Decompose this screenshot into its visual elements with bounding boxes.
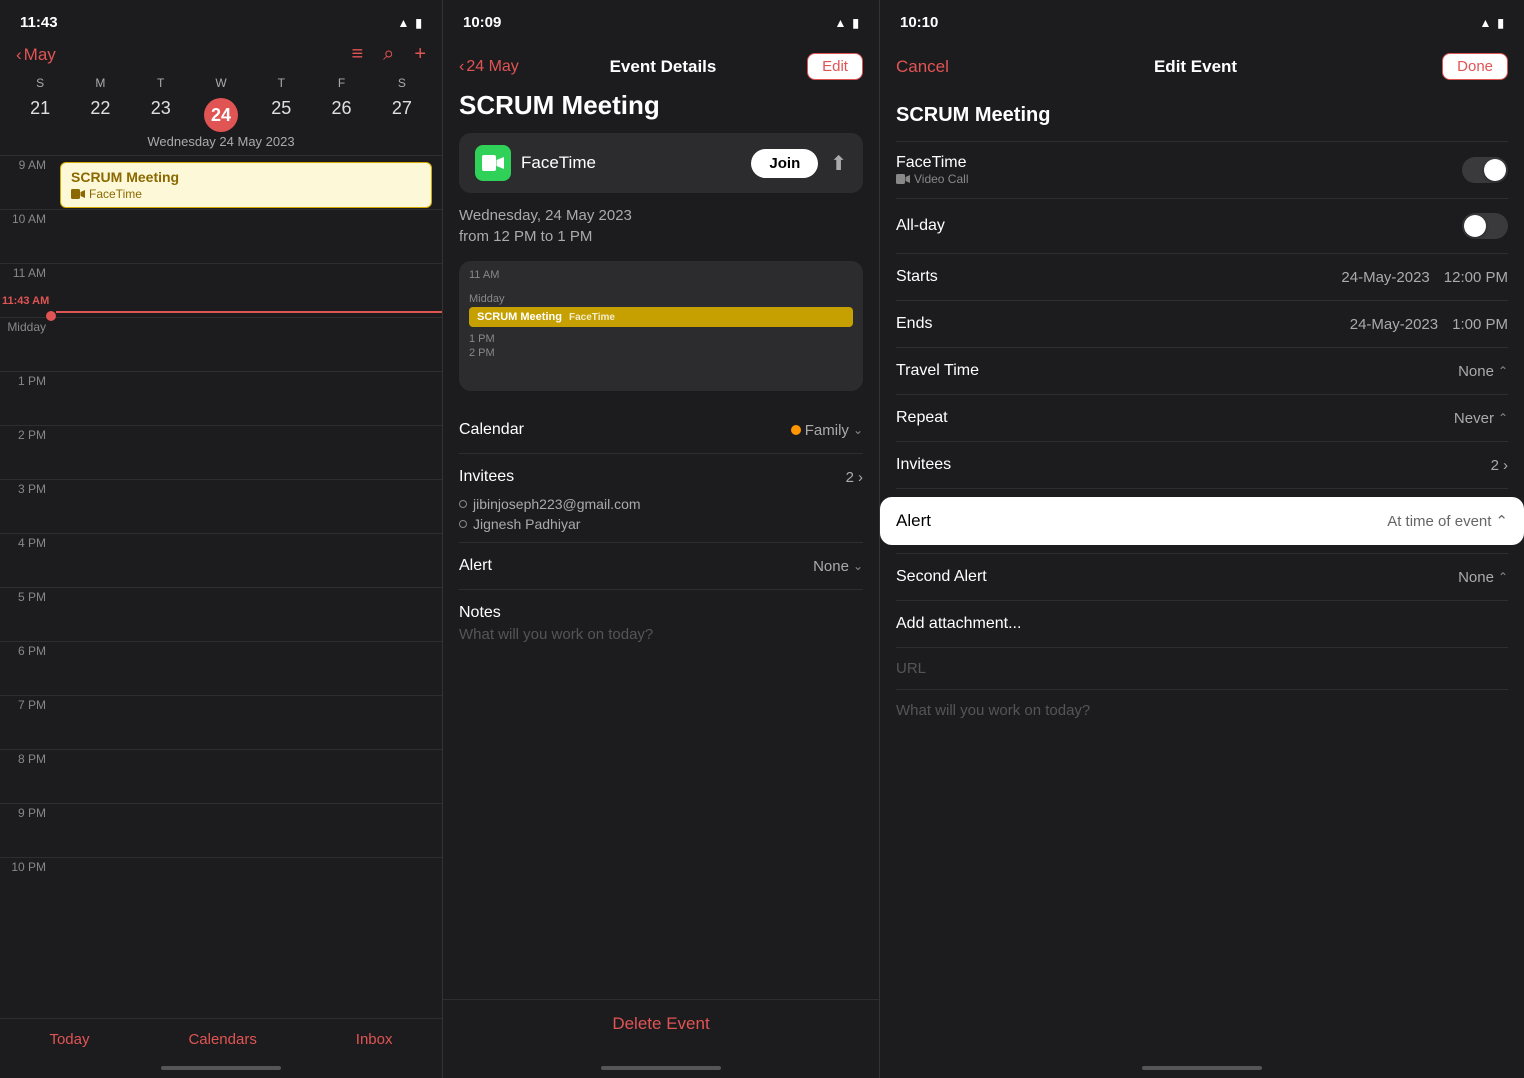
- week-dates: 21 22 23 24 25 26 27: [0, 94, 442, 134]
- invitee-2: Jignesh Padhiyar: [459, 514, 863, 534]
- calendar-color-dot: [791, 425, 801, 435]
- week-label: Wednesday 24 May 2023: [0, 134, 442, 155]
- home-indicator-p2: [601, 1066, 721, 1070]
- time-p2: 10:09: [463, 14, 501, 31]
- alert-info-row[interactable]: Alert None ⌄: [459, 543, 863, 590]
- add-attachment-row[interactable]: Add attachment...: [896, 601, 1508, 648]
- home-indicator-p3: [1142, 1066, 1262, 1070]
- today-date[interactable]: 24: [204, 98, 238, 132]
- notes-placeholder[interactable]: What will you work on today?: [459, 626, 863, 643]
- facetime-toggle[interactable]: [1462, 157, 1508, 183]
- mini-time-2pm: 2 PM: [469, 347, 853, 359]
- facetime-row: FaceTime Join ⬆: [459, 133, 863, 193]
- status-bar-p3: 10:10 ▲ ▮: [880, 0, 1524, 39]
- facetime-label: FaceTime: [521, 153, 596, 173]
- calendar-nav: ‹ May ≡ ⌕ +: [0, 39, 442, 72]
- add-event-icon[interactable]: +: [414, 43, 426, 66]
- delete-event-button[interactable]: Delete Event: [443, 999, 879, 1048]
- invitees-edit-row[interactable]: Invitees 2 ›: [896, 442, 1508, 489]
- event-details-header: ‹ 24 May Event Details Edit: [443, 39, 879, 90]
- edit-event-panel: 10:10 ▲ ▮ Cancel Edit Event Done SCRUM M…: [880, 0, 1524, 1078]
- wifi-icon-p1: ▲: [398, 16, 410, 30]
- time-p1: 11:43: [20, 14, 58, 31]
- invitees-list: jibinjoseph223@gmail.com Jignesh Padhiya…: [459, 490, 863, 543]
- alert-edit-row[interactable]: Alert At time of event ⌃: [880, 497, 1524, 545]
- event-date: Wednesday, 24 May 2023: [459, 207, 863, 224]
- event-details-content: SCRUM Meeting FaceTime Join ⬆ Wednesday,…: [443, 90, 879, 643]
- second-alert-row[interactable]: Second Alert None ⌃: [896, 554, 1508, 601]
- inbox-tab[interactable]: Inbox: [356, 1031, 393, 1048]
- travel-time-row[interactable]: Travel Time None ⌃: [896, 348, 1508, 395]
- scrum-meeting-event[interactable]: SCRUM Meeting FaceTime: [60, 162, 432, 208]
- wifi-icon-p3: ▲: [1480, 16, 1492, 30]
- allday-row: All-day: [896, 199, 1508, 254]
- ends-row[interactable]: Ends 24-May-2023 1:00 PM: [896, 301, 1508, 348]
- time-p3: 10:10: [900, 14, 938, 31]
- list-view-icon[interactable]: ≡: [351, 43, 363, 66]
- search-icon[interactable]: ⌕: [383, 43, 394, 66]
- status-bar-p1: 11:43 ▲ ▮: [0, 0, 442, 39]
- done-button[interactable]: Done: [1442, 53, 1508, 80]
- notes-label: Notes: [459, 604, 863, 622]
- notes-field[interactable]: What will you work on today?: [896, 690, 1508, 731]
- join-button[interactable]: Join: [751, 149, 818, 178]
- allday-toggle[interactable]: [1462, 213, 1508, 239]
- timeline[interactable]: 9 AM 10 AM 11 AM 11:43 AM Midday SCRUM M…: [0, 155, 442, 1003]
- event-title-p2: SCRUM Meeting: [459, 90, 863, 121]
- mini-time-1pm: 1 PM: [469, 333, 853, 345]
- wifi-icon-p2: ▲: [835, 16, 847, 30]
- share-icon[interactable]: ⬆: [830, 151, 847, 176]
- event-details-title: Event Details: [610, 57, 717, 77]
- url-field[interactable]: URL: [896, 648, 1508, 690]
- calendars-tab[interactable]: Calendars: [188, 1031, 256, 1048]
- mini-event-bar[interactable]: SCRUM Meeting FaceTime: [469, 307, 853, 327]
- mini-calendar-view: 11 AM Midday SCRUM Meeting FaceTime 1 PM…: [459, 261, 863, 391]
- calendar-info-row: Calendar Family ⌄: [459, 407, 863, 454]
- invitee-1: jibinjoseph223@gmail.com: [459, 494, 863, 514]
- edit-event-form: SCRUM Meeting FaceTime Video Call All-da…: [880, 90, 1524, 731]
- today-tab[interactable]: Today: [49, 1031, 89, 1048]
- battery-icon-p1: ▮: [415, 16, 422, 30]
- invitees-info-row[interactable]: Invitees 2 ›: [459, 454, 863, 490]
- mini-time-midday: Midday: [469, 293, 853, 305]
- battery-icon-p2: ▮: [852, 16, 859, 30]
- facetime-edit-row: FaceTime Video Call: [896, 142, 1508, 199]
- repeat-row[interactable]: Repeat Never ⌃: [896, 395, 1508, 442]
- event-time-range: from 12 PM to 1 PM: [459, 228, 863, 245]
- calendar-panel: 11:43 ▲ ▮ ‹ May ≡ ⌕ + S M T W T F S 21 2…: [0, 0, 443, 1078]
- mini-time-11am: 11 AM: [469, 269, 853, 281]
- back-button-p2[interactable]: ‹ 24 May: [459, 58, 519, 76]
- edit-event-title: Edit Event: [1154, 57, 1237, 77]
- facetime-icon: [475, 145, 511, 181]
- cancel-button[interactable]: Cancel: [896, 57, 949, 77]
- edit-event-header: Cancel Edit Event Done: [880, 39, 1524, 90]
- event-details-panel: 10:09 ▲ ▮ ‹ 24 May Event Details Edit SC…: [443, 0, 880, 1078]
- back-may-button[interactable]: ‹ May: [16, 45, 56, 65]
- event-name-field[interactable]: SCRUM Meeting: [896, 90, 1508, 142]
- starts-row[interactable]: Starts 24-May-2023 12:00 PM: [896, 254, 1508, 301]
- week-day-headers: S M T W T F S: [0, 72, 442, 94]
- edit-button[interactable]: Edit: [807, 53, 863, 80]
- battery-icon-p3: ▮: [1497, 16, 1504, 30]
- home-indicator-p1: [161, 1066, 281, 1070]
- current-time-indicator: 11:43 AM: [0, 303, 442, 321]
- status-bar-p2: 10:09 ▲ ▮: [443, 0, 879, 39]
